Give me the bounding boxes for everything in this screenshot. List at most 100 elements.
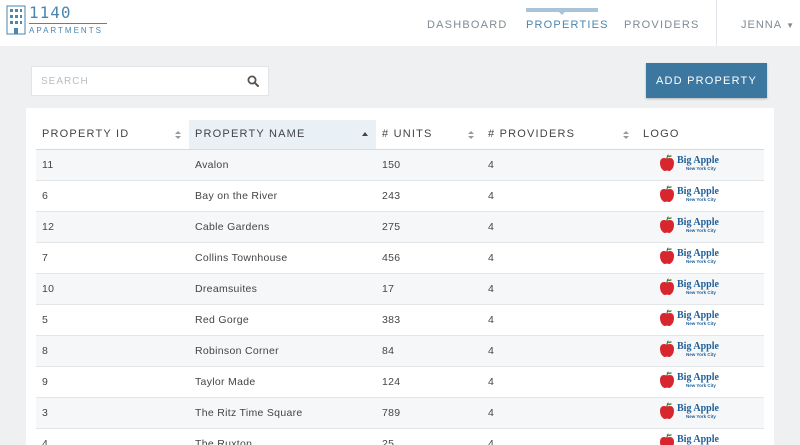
cell-logo: Big AppleNew York City xyxy=(637,149,764,181)
column-header-providers[interactable]: # PROVIDERS xyxy=(482,120,637,150)
column-header-label: # PROVIDERS xyxy=(488,128,576,141)
table-body: 11 Avalon 150 4 Big Apple New York City 6 Bay o… xyxy=(36,149,764,445)
brand-logo: Big AppleNew York City xyxy=(659,216,719,234)
app-logo[interactable]: 1140 APARTMENTS xyxy=(6,5,107,35)
search-box xyxy=(31,66,269,96)
brand-subtitle: New York City xyxy=(686,382,716,388)
apple-logo-icon xyxy=(660,247,674,264)
nav-item-properties[interactable]: PROPERTIES xyxy=(526,19,609,31)
brand-logo: Big AppleNew York City xyxy=(659,309,719,327)
cell-property-id: 6 xyxy=(36,180,189,212)
cell-property-name: Bay on the River xyxy=(189,180,376,212)
apple-logo-icon xyxy=(660,433,674,445)
sort-ascending-icon xyxy=(362,132,368,136)
cell-units: 383 xyxy=(376,304,482,336)
logo-divider xyxy=(29,23,107,24)
cell-property-name: Robinson Corner xyxy=(189,335,376,367)
column-header-label: PROPERTY NAME xyxy=(195,128,306,141)
table-row[interactable]: 12 Cable Gardens 275 4 Big Apple New York Cit… xyxy=(36,211,764,243)
cell-providers: 4 xyxy=(482,366,637,398)
table-header-row: PROPERTY ID PROPERTY NAME # UNITS # PROV… xyxy=(36,120,764,150)
column-header-property-name[interactable]: PROPERTY NAME xyxy=(189,120,376,150)
cell-providers: 4 xyxy=(482,180,637,212)
brand-logo: Big AppleNew York City xyxy=(659,185,719,203)
cell-property-name: The Ruxton xyxy=(189,428,376,445)
cell-units: 150 xyxy=(376,149,482,181)
cell-logo: Big AppleNew York City xyxy=(637,428,764,445)
cell-property-id: 12 xyxy=(36,211,189,243)
brand-subtitle: New York City xyxy=(686,196,716,202)
brand-logo: Big AppleNew York City xyxy=(659,247,719,265)
table-row[interactable]: 11 Avalon 150 4 Big Apple New York City xyxy=(36,149,764,181)
building-icon xyxy=(6,5,26,35)
apple-logo-icon xyxy=(660,154,674,171)
apple-logo-icon xyxy=(660,402,674,419)
cell-providers: 4 xyxy=(482,242,637,274)
properties-table-card: PROPERTY ID PROPERTY NAME # UNITS # PROV… xyxy=(26,108,774,445)
table-row[interactable]: 10 Dreamsuites 17 4 Big Apple New York City xyxy=(36,273,764,305)
cell-property-id: 9 xyxy=(36,366,189,398)
table-row[interactable]: 8 Robinson Corner 84 4 Big Apple New York Cit… xyxy=(36,335,764,367)
table-row[interactable]: 9 Taylor Made 124 4 Big Apple New York City xyxy=(36,366,764,398)
brand-subtitle: New York City xyxy=(686,289,716,295)
brand-name: Big Apple xyxy=(677,154,719,166)
cell-property-id: 3 xyxy=(36,397,189,429)
cell-property-id: 4 xyxy=(36,428,189,445)
brand-logo: Big AppleNew York City xyxy=(659,340,719,358)
search-input[interactable] xyxy=(32,67,232,95)
cell-units: 17 xyxy=(376,273,482,305)
brand-logo: Big AppleNew York City xyxy=(659,278,719,296)
cell-providers: 4 xyxy=(482,428,637,445)
table-row[interactable]: 4The Ruxton254Big AppleNew York City xyxy=(36,428,764,445)
cell-units: 124 xyxy=(376,366,482,398)
cell-property-name: Avalon xyxy=(189,149,376,181)
column-header-units[interactable]: # UNITS xyxy=(376,120,482,150)
cell-logo: Big AppleNew York City xyxy=(637,180,764,212)
logo-number: 1140 xyxy=(29,3,72,22)
cell-units: 25 xyxy=(376,428,482,445)
brand-name: Big Apple xyxy=(677,247,719,259)
cell-property-name: Taylor Made xyxy=(189,366,376,398)
cell-property-id: 8 xyxy=(36,335,189,367)
apple-logo-icon xyxy=(660,340,674,357)
properties-table: PROPERTY ID PROPERTY NAME # UNITS # PROV… xyxy=(36,120,764,445)
cell-property-id: 10 xyxy=(36,273,189,305)
brand-subtitle: New York City xyxy=(686,320,716,326)
nav-item-providers[interactable]: PROVIDERS xyxy=(624,19,700,31)
add-property-button[interactable]: ADD PROPERTY xyxy=(646,63,767,98)
active-nav-indicator xyxy=(526,8,598,15)
apple-logo-icon xyxy=(660,371,674,388)
cell-providers: 4 xyxy=(482,211,637,243)
table-row[interactable]: 7 Collins Townhouse 456 4 Big Apple New York … xyxy=(36,242,764,274)
apple-logo-icon xyxy=(660,185,674,202)
table-row[interactable]: 6 Bay on the River 243 4 Big Apple New York C… xyxy=(36,180,764,212)
nav-item-dashboard[interactable]: DASHBOARD xyxy=(427,19,507,31)
cell-units: 275 xyxy=(376,211,482,243)
table-row[interactable]: 5 Red Gorge 383 4 Big Apple New York City xyxy=(36,304,764,336)
cell-providers: 4 xyxy=(482,273,637,305)
brand-logo: Big AppleNew York City xyxy=(659,402,719,420)
chevron-down-icon: ▼ xyxy=(786,21,795,30)
column-header-label: # UNITS xyxy=(382,128,433,141)
sort-icon xyxy=(468,131,474,139)
search-icon[interactable] xyxy=(247,75,259,87)
cell-units: 84 xyxy=(376,335,482,367)
cell-providers: 4 xyxy=(482,304,637,336)
brand-subtitle: New York City xyxy=(686,258,716,264)
table-row[interactable]: 3 The Ritz Time Square 789 4 Big Apple New Yo… xyxy=(36,397,764,429)
brand-logo: Big AppleNew York City xyxy=(659,371,719,389)
brand-subtitle: New York City xyxy=(686,351,716,357)
cell-providers: 4 xyxy=(482,149,637,181)
cell-logo: Big AppleNew York City xyxy=(637,242,764,274)
column-header-property-id[interactable]: PROPERTY ID xyxy=(36,120,189,150)
logo-subtitle: APARTMENTS xyxy=(29,26,103,35)
brand-logo: Big AppleNew York City xyxy=(659,154,719,172)
brand-subtitle: New York City xyxy=(686,413,716,419)
cell-units: 789 xyxy=(376,397,482,429)
cell-logo: Big AppleNew York City xyxy=(637,366,764,398)
sort-icon xyxy=(175,131,181,139)
brand-subtitle: New York City xyxy=(686,165,716,171)
cell-property-name: Dreamsuites xyxy=(189,273,376,305)
cell-logo: Big AppleNew York City xyxy=(637,397,764,429)
user-menu[interactable]: JENNA ▼ xyxy=(741,19,795,31)
